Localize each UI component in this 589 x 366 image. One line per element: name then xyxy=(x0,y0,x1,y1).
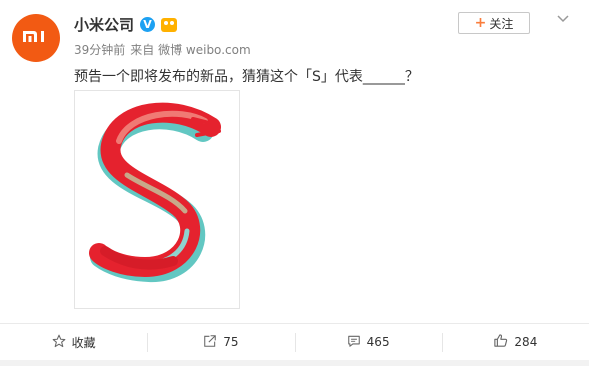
avatar[interactable] xyxy=(12,14,60,62)
follow-label: 关注 xyxy=(489,16,514,31)
post-meta: 39分钟前 来自 微博 weibo.com xyxy=(74,41,251,58)
follow-button[interactable]: + 关注 xyxy=(458,12,530,34)
plus-icon: + xyxy=(474,15,487,31)
like-button[interactable]: 284 xyxy=(441,324,589,360)
comment-icon xyxy=(347,334,361,351)
comment-button[interactable]: 465 xyxy=(294,324,442,360)
share-button[interactable]: 75 xyxy=(147,324,294,360)
post-image[interactable] xyxy=(74,90,240,309)
post-source[interactable]: 来自 微博 weibo.com xyxy=(130,41,250,58)
author-row: 小米公司 V xyxy=(74,14,178,35)
comment-count: 465 xyxy=(366,335,390,349)
share-icon xyxy=(203,334,217,351)
favorite-label: 收藏 xyxy=(71,335,96,350)
author-name[interactable]: 小米公司 xyxy=(74,14,134,35)
mi-logo-icon xyxy=(22,28,50,48)
share-count: 75 xyxy=(223,335,239,349)
star-icon xyxy=(52,334,66,351)
feed-divider xyxy=(0,360,589,366)
chevron-down-icon[interactable] xyxy=(556,12,570,26)
post-text: 预告一个即将发布的新品，猜猜这个「S」代表______？ xyxy=(74,69,419,85)
verified-icon: V xyxy=(140,17,156,32)
like-count: 284 xyxy=(514,335,538,349)
s-brushstroke-image xyxy=(89,102,221,282)
vip-icon xyxy=(161,17,178,32)
favorite-button[interactable]: 收藏 xyxy=(0,324,147,360)
like-icon xyxy=(493,333,508,351)
action-bar: 收藏 75 465 284 xyxy=(0,323,589,360)
post-time[interactable]: 39分钟前 xyxy=(74,41,125,58)
